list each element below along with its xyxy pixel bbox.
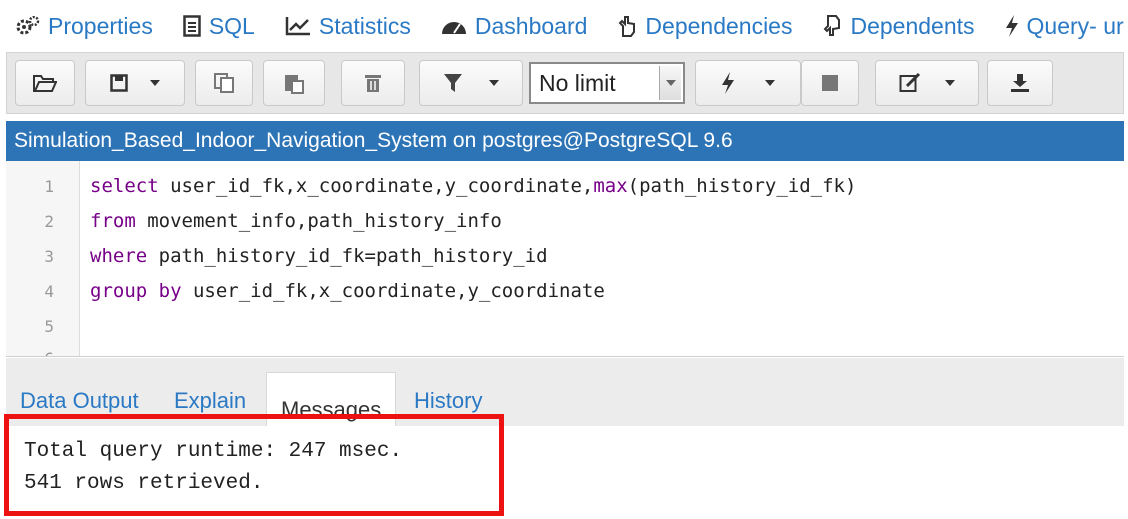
line-number-gutter: 1 2 3 4 5 6	[6, 161, 80, 356]
copy-button[interactable]	[195, 60, 253, 106]
tab-dependents[interactable]: Dependents	[822, 12, 975, 40]
tab-dependencies[interactable]: Dependencies	[617, 13, 792, 40]
connection-title-bar: Simulation_Based_Indoor_Navigation_Syste…	[6, 121, 1124, 161]
code-line: where path_history_id_fk=path_history_id	[90, 245, 548, 267]
open-file-button[interactable]	[15, 60, 75, 106]
sql-editor[interactable]: 1 2 3 4 5 6 select user_id_fk,x_coordina…	[6, 161, 1124, 357]
sql-keyword: group by	[90, 280, 182, 302]
line-number: 5	[44, 317, 54, 336]
tab-statistics[interactable]: Statistics	[285, 13, 411, 40]
tab-dashboard[interactable]: Dashboard	[441, 12, 588, 40]
stop-icon	[821, 74, 839, 92]
row-limit-value: No limit	[539, 69, 616, 96]
floppy-icon	[110, 74, 128, 92]
tab-sql-label: SQL	[208, 12, 255, 39]
tab-data-output[interactable]: Data Output	[20, 388, 139, 414]
tab-dependents-label: Dependents	[850, 12, 975, 39]
copy-icon	[213, 72, 235, 94]
line-number: 6	[6, 349, 54, 356]
execute-button[interactable]	[695, 60, 801, 106]
gears-icon	[16, 16, 40, 36]
sql-keyword: where	[90, 245, 148, 267]
line-number: 4	[44, 282, 54, 301]
tab-statistics-label: Statistics	[318, 12, 411, 39]
paste-button[interactable]	[263, 60, 325, 106]
line-number: 2	[44, 212, 54, 231]
lightning-icon	[721, 72, 735, 94]
query-toolbar: No limit	[6, 52, 1124, 114]
trash-icon	[364, 73, 382, 93]
lightning-icon	[1005, 15, 1019, 37]
tab-explain[interactable]: Explain	[174, 388, 246, 414]
chevron-down-icon[interactable]	[659, 66, 681, 100]
sql-keyword: from	[90, 210, 136, 232]
row-limit-select[interactable]: No limit	[529, 62, 685, 104]
sql-keyword: select	[90, 175, 159, 197]
delete-button[interactable]	[341, 60, 405, 106]
line-number: 3	[44, 247, 54, 266]
sql-text: movement_info,path_history_info	[135, 210, 502, 232]
hand-pointer-down-icon	[822, 15, 842, 37]
chevron-down-icon[interactable]	[489, 80, 499, 86]
document-icon	[183, 15, 201, 37]
highlight-box	[4, 414, 504, 516]
code-line: select user_id_fk,x_coordinate,y_coordin…	[90, 175, 856, 197]
object-tab-bar: Properties SQL Statistics Dashboard Depe…	[0, 0, 1128, 52]
paste-icon	[283, 72, 305, 94]
tab-dashboard-label: Dashboard	[474, 12, 588, 39]
sql-text: (path_history_id_fk)	[627, 175, 857, 197]
chevron-down-icon[interactable]	[150, 80, 160, 86]
filter-icon	[443, 73, 463, 93]
line-number: 1	[44, 177, 54, 196]
tab-dependencies-label: Dependencies	[645, 12, 793, 39]
speedometer-icon	[441, 17, 467, 35]
sql-text: user_id_fk,x_coordinate,y_coordinate	[181, 280, 605, 302]
chevron-down-icon[interactable]	[765, 80, 775, 86]
folder-open-icon	[33, 74, 57, 92]
download-icon	[1010, 73, 1030, 93]
edit-button[interactable]	[875, 60, 979, 106]
stop-button[interactable]	[801, 60, 859, 106]
line-chart-icon	[285, 16, 311, 36]
tab-query-tool[interactable]: Query- ur	[1005, 13, 1124, 40]
sql-function: max	[593, 175, 628, 197]
tab-query-tool-label: Query- ur	[1026, 12, 1124, 39]
tab-sql[interactable]: SQL	[183, 13, 255, 40]
tab-history[interactable]: History	[414, 388, 482, 414]
filter-button[interactable]	[419, 60, 523, 106]
tab-properties[interactable]: Properties	[16, 13, 153, 40]
download-button[interactable]	[987, 60, 1053, 106]
code-line: from movement_info,path_history_info	[90, 210, 502, 232]
sql-text: user_id_fk,x_coordinate,y_coordinate,	[158, 175, 594, 197]
hand-pointer-icon	[617, 15, 637, 37]
tab-properties-label: Properties	[48, 12, 153, 39]
code-line: group by user_id_fk,x_coordinate,y_coord…	[90, 280, 605, 302]
connection-title: Simulation_Based_Indoor_Navigation_Syste…	[14, 129, 733, 152]
chevron-down-icon[interactable]	[945, 80, 955, 86]
edit-icon	[899, 73, 921, 93]
sql-text: path_history_id_fk=path_history_id	[147, 245, 548, 267]
save-file-button[interactable]	[85, 60, 185, 106]
